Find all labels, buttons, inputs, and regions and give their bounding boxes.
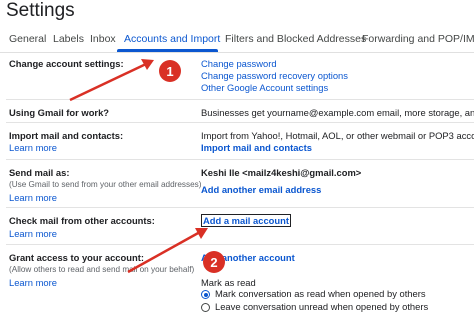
leave-unread-radio[interactable] [201,303,210,312]
gmail-for-work-label: Using Gmail for work? [9,107,110,118]
grant-access-label: Grant access to your account: [9,252,144,263]
add-a-mail-account-link[interactable]: Add a mail account [201,214,291,227]
other-google-account-settings-link[interactable]: Other Google Account settings [201,82,328,93]
send-mail-as-label: Send mail as: [9,167,70,178]
import-description: Import from Yahoo!, Hotmail, AOL, or oth… [201,130,474,141]
tab-general[interactable]: General [9,33,46,45]
section-divider [6,244,474,245]
settings-tab-bar: General Labels Inbox Accounts and Import… [0,28,474,53]
import-mail-and-contacts-link[interactable]: Import mail and contacts [201,142,312,153]
section-divider [6,159,474,160]
annotation-badge-1: 1 [159,60,181,82]
page-title: Settings [6,0,75,21]
tab-accounts-and-import[interactable]: Accounts and Import [124,33,220,45]
section-divider [6,122,474,123]
import-mail-label: Import mail and contacts: [9,130,124,141]
section-divider [6,207,474,208]
tab-labels[interactable]: Labels [53,33,84,45]
leave-unread-option-label[interactable]: Leave conversation unread when opened by… [215,301,428,312]
mark-read-option-label[interactable]: Mark conversation as read when opened by… [215,288,426,299]
tab-inbox[interactable]: Inbox [90,33,116,45]
mark-read-radio[interactable] [201,290,210,299]
change-password-link[interactable]: Change password [201,58,277,69]
grant-access-sublabel: (Allow others to read and send mail on y… [9,265,195,274]
check-mail-label: Check mail from other accounts: [9,215,155,226]
active-tab-indicator [117,49,218,52]
change-password-recovery-link[interactable]: Change password recovery options [201,70,348,81]
send-as-learn-more-link[interactable]: Learn more [9,192,57,203]
change-account-settings-label: Change account settings: [9,58,124,69]
gmail-for-work-text: Businesses get yourname@example.com emai… [201,107,474,118]
send-as-address: Keshi Ile <mailz4keshi@gmail.com> [201,167,362,178]
annotation-badge-1-text: 1 [166,64,173,79]
check-mail-learn-more-link[interactable]: Learn more [9,228,57,239]
add-a-mail-account-highlight[interactable]: Add a mail account [201,214,291,227]
tab-forwarding-and-pop-imap[interactable]: Forwarding and POP/IMAP [362,33,474,45]
tab-filters-and-blocked-addresses[interactable]: Filters and Blocked Addresses [225,33,366,45]
grant-access-learn-more-link[interactable]: Learn more [9,277,57,288]
send-mail-as-sublabel: (Use Gmail to send from your other email… [9,180,202,189]
section-divider [6,99,474,100]
mark-as-read-label: Mark as read [201,277,256,288]
import-learn-more-link[interactable]: Learn more [9,142,57,153]
add-another-email-address-link[interactable]: Add another email address [201,184,321,195]
add-another-account-link[interactable]: Add another account [201,252,295,263]
